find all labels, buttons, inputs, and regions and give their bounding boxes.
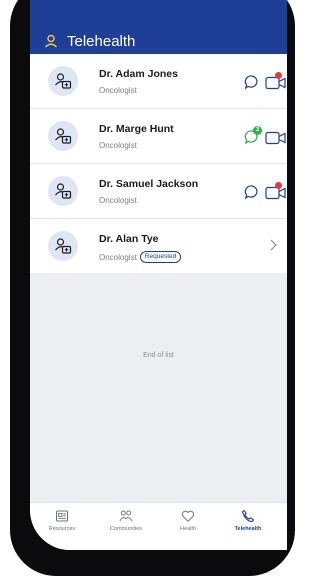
specialty-label: Oncologist	[99, 252, 137, 262]
phone-icon	[241, 509, 255, 523]
status-bar	[30, 0, 287, 28]
tab-communities[interactable]: Communities	[96, 509, 156, 532]
app-screen: Telehealth Dr. Adam Jones Oncologist Dr.…	[30, 0, 287, 550]
doctor-specialty: Oncologist	[99, 141, 137, 150]
tab-telehealth[interactable]: Telehealth	[218, 509, 278, 532]
heart-icon	[181, 510, 195, 523]
doctor-specialty: Oncologist	[99, 86, 137, 95]
doctor-name: Dr. Marge Hunt	[99, 123, 174, 135]
tab-label: Resources	[48, 526, 76, 532]
avatar	[48, 176, 78, 206]
home-indicator	[30, 542, 287, 550]
avatar	[48, 121, 78, 151]
list-item[interactable]: Dr. Marge Hunt Oncologist 3	[30, 109, 287, 164]
chat-icon[interactable]	[244, 74, 260, 90]
doctor-list: Dr. Adam Jones Oncologist Dr. Marge Hunt…	[30, 54, 287, 273]
tab-label: Communities	[109, 526, 143, 532]
app-header: Telehealth	[30, 28, 287, 54]
avatar	[48, 231, 78, 261]
tab-label: Telehealth	[234, 526, 262, 532]
tab-health[interactable]: Health	[158, 509, 218, 532]
doctor-name: Dr. Adam Jones	[99, 68, 178, 80]
list-item[interactable]: Dr. Adam Jones Oncologist	[30, 54, 287, 109]
doctor-specialty: Oncologist Requested	[99, 251, 182, 263]
doctor-name: Dr. Alan Tye	[99, 233, 159, 245]
contact-actions: 3	[244, 126, 287, 145]
page-title: Telehealth	[67, 32, 136, 50]
communities-icon	[119, 510, 133, 522]
alert-dot	[275, 182, 282, 189]
chat-icon[interactable]	[244, 184, 260, 200]
doctor-icon	[55, 128, 72, 144]
doctor-icon	[55, 183, 72, 199]
doctor-icon	[55, 73, 72, 89]
list-item[interactable]: Dr. Samuel Jackson Oncologist	[30, 164, 287, 219]
video-icon[interactable]	[265, 131, 287, 145]
tab-label: Health	[180, 526, 196, 532]
person-icon	[45, 34, 57, 48]
contact-actions	[244, 72, 287, 90]
chevron-right-icon[interactable]	[268, 238, 278, 252]
status-badge: Requested	[139, 251, 182, 263]
tab-resources[interactable]: Resources	[32, 509, 92, 532]
unread-badge: 3	[253, 126, 262, 135]
resources-icon	[56, 510, 68, 522]
specialty-label: Oncologist	[99, 196, 137, 205]
doctor-icon	[55, 238, 72, 254]
doctor-specialty: Oncologist	[99, 196, 137, 205]
doctor-name: Dr. Samuel Jackson	[99, 178, 199, 190]
list-item[interactable]: Dr. Alan Tye Oncologist Requested	[30, 219, 287, 273]
phone-frame: Telehealth Dr. Adam Jones Oncologist Dr.…	[10, 0, 295, 576]
end-of-list-text: End of list	[143, 352, 174, 359]
contact-actions	[244, 182, 287, 200]
alert-dot	[275, 72, 282, 79]
specialty-label: Oncologist	[99, 86, 137, 95]
specialty-label: Oncologist	[99, 141, 137, 150]
avatar	[48, 66, 78, 96]
